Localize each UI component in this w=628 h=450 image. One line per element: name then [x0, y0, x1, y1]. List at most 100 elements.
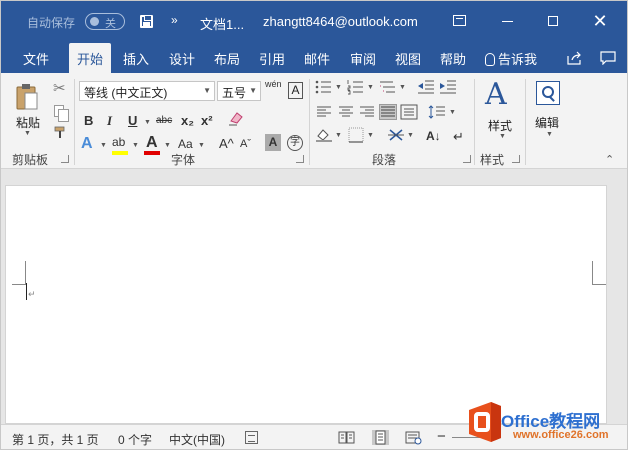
align-left-icon[interactable] — [315, 104, 333, 120]
strikethrough-button[interactable]: abc — [156, 115, 172, 126]
tab-view[interactable]: 视图 — [395, 49, 421, 68]
effects-dropdown-icon[interactable]: ▼ — [100, 142, 107, 149]
align-right-icon[interactable] — [358, 104, 376, 120]
ribbon-display-options-icon[interactable] — [447, 9, 471, 33]
line-spacing-dropdown-icon[interactable]: ▼ — [449, 109, 456, 116]
bold-button[interactable]: B — [84, 113, 93, 128]
editing-dropdown-icon[interactable]: ▼ — [546, 131, 553, 138]
close-icon[interactable]: ✕ — [588, 9, 612, 33]
tab-design[interactable]: 设计 — [169, 49, 195, 68]
chevron-down-icon: ▼ — [203, 86, 211, 95]
chinese-layout-icon[interactable] — [387, 127, 405, 143]
font-color-icon[interactable]: A — [146, 134, 158, 152]
clear-formatting-icon[interactable] — [228, 110, 244, 126]
underline-dropdown-icon[interactable]: ▼ — [144, 119, 151, 126]
format-painter-icon[interactable] — [54, 126, 67, 139]
search-icon[interactable] — [536, 81, 560, 105]
autosave-toggle[interactable]: 关 — [85, 13, 125, 30]
scissors-icon[interactable]: ✂ — [53, 79, 66, 97]
editing-button-label[interactable]: 编辑 — [535, 114, 559, 131]
document-page[interactable]: ↵ — [5, 185, 607, 424]
numbering-icon[interactable] — [347, 79, 365, 95]
italic-button[interactable]: I — [107, 113, 112, 129]
change-case-icon[interactable]: Aa — [178, 137, 193, 151]
chinese-layout-dropdown-icon[interactable]: ▼ — [407, 132, 414, 139]
text-cursor — [26, 283, 27, 300]
maximize-icon[interactable] — [541, 9, 565, 33]
decrease-indent-icon[interactable] — [417, 79, 435, 95]
word-window: 自动保存 关 » 文档1... zhangtt8464@outlook.com … — [0, 0, 628, 450]
comment-icon[interactable] — [600, 51, 616, 65]
styles-icon[interactable]: A — [485, 77, 507, 112]
language[interactable]: 中文(中国) — [169, 431, 225, 448]
subscript-button[interactable]: x₂ — [181, 113, 194, 128]
text-effects-icon[interactable]: A — [81, 135, 93, 153]
tab-mailings[interactable]: 邮件 — [304, 49, 330, 68]
borders-dropdown-icon[interactable]: ▼ — [367, 132, 374, 139]
read-mode-icon[interactable] — [338, 430, 355, 445]
paste-icon[interactable] — [15, 83, 39, 111]
tab-home[interactable]: 开始 — [69, 43, 112, 74]
font-name-select[interactable]: 等线 (中文正文) ▼ — [79, 81, 215, 101]
borders-icon[interactable] — [347, 127, 365, 143]
align-center-icon[interactable] — [337, 104, 355, 120]
web-layout-icon[interactable] — [405, 430, 422, 445]
shading-icon[interactable] — [315, 127, 333, 143]
enclose-characters-icon[interactable]: 字 — [287, 135, 303, 151]
tab-file[interactable]: 文件 — [23, 49, 49, 68]
character-shading-icon[interactable]: A — [265, 134, 281, 151]
share-icon[interactable] — [567, 51, 583, 65]
tab-insert[interactable]: 插入 — [123, 49, 149, 68]
tab-references[interactable]: 引用 — [259, 49, 285, 68]
show-marks-icon[interactable]: ↵ — [453, 129, 464, 145]
distributed-icon[interactable] — [400, 104, 418, 120]
phonetic-guide-icon[interactable]: wén — [265, 79, 282, 89]
justify-icon[interactable] — [379, 104, 397, 120]
increase-indent-icon[interactable] — [439, 79, 457, 95]
copy-icon[interactable] — [54, 105, 69, 122]
autosave-state: 关 — [105, 18, 116, 30]
account-name[interactable]: zhangtt8464@outlook.com — [263, 14, 418, 29]
page-count[interactable]: 第 1 页，共 1 页 — [12, 431, 99, 448]
font-color-dropdown-icon[interactable]: ▼ — [164, 142, 171, 149]
shading-dropdown-icon[interactable]: ▼ — [335, 132, 342, 139]
tab-help[interactable]: 帮助 — [440, 49, 466, 68]
word-count[interactable]: 0 个字 — [118, 431, 152, 448]
tab-layout[interactable]: 布局 — [214, 49, 240, 68]
styles-dropdown-icon[interactable]: ▼ — [499, 133, 506, 140]
sort-icon[interactable]: A↓ — [426, 129, 441, 143]
character-border-icon[interactable]: A — [288, 82, 303, 99]
font-size-value: 五号 — [222, 86, 247, 100]
superscript-button[interactable]: x² — [201, 113, 213, 128]
grow-font-icon[interactable]: A^ — [219, 136, 234, 151]
styles-button-label[interactable]: 样式 — [488, 117, 512, 134]
case-dropdown-icon[interactable]: ▼ — [198, 142, 205, 149]
clipboard-launcher-icon[interactable] — [61, 155, 69, 163]
bullets-icon[interactable] — [315, 79, 333, 95]
font-size-select[interactable]: 五号 ▼ — [217, 81, 261, 101]
macro-recording-icon[interactable] — [245, 431, 258, 444]
multilevel-list-icon[interactable] — [379, 79, 397, 95]
save-icon[interactable] — [140, 15, 153, 28]
minimize-icon[interactable] — [496, 9, 520, 33]
font-launcher-icon[interactable] — [296, 155, 304, 163]
tell-me-search[interactable]: 告诉我 — [485, 49, 537, 68]
numbering-dropdown-icon[interactable]: ▼ — [367, 84, 374, 91]
print-layout-icon[interactable] — [372, 430, 389, 445]
collapse-ribbon-icon[interactable]: ⌃ — [605, 153, 614, 166]
bullets-dropdown-icon[interactable]: ▼ — [335, 84, 342, 91]
multilevel-dropdown-icon[interactable]: ▼ — [399, 84, 406, 91]
underline-button[interactable]: U — [128, 113, 137, 128]
highlight-dropdown-icon[interactable]: ▼ — [132, 142, 139, 149]
zoom-out-button[interactable]: − — [437, 428, 446, 445]
styles-launcher-icon[interactable] — [512, 155, 520, 163]
line-spacing-icon[interactable] — [428, 104, 446, 120]
more-commands-icon[interactable]: » — [171, 13, 178, 27]
highlight-icon[interactable]: ab — [112, 135, 125, 149]
paste-label[interactable]: 粘贴 — [16, 114, 40, 131]
paste-dropdown-icon[interactable]: ▼ — [24, 130, 31, 137]
tab-review[interactable]: 审阅 — [350, 49, 376, 68]
group-separator — [74, 79, 75, 165]
shrink-font-icon[interactable]: Aˇ — [240, 138, 251, 150]
paragraph-launcher-icon[interactable] — [463, 155, 471, 163]
